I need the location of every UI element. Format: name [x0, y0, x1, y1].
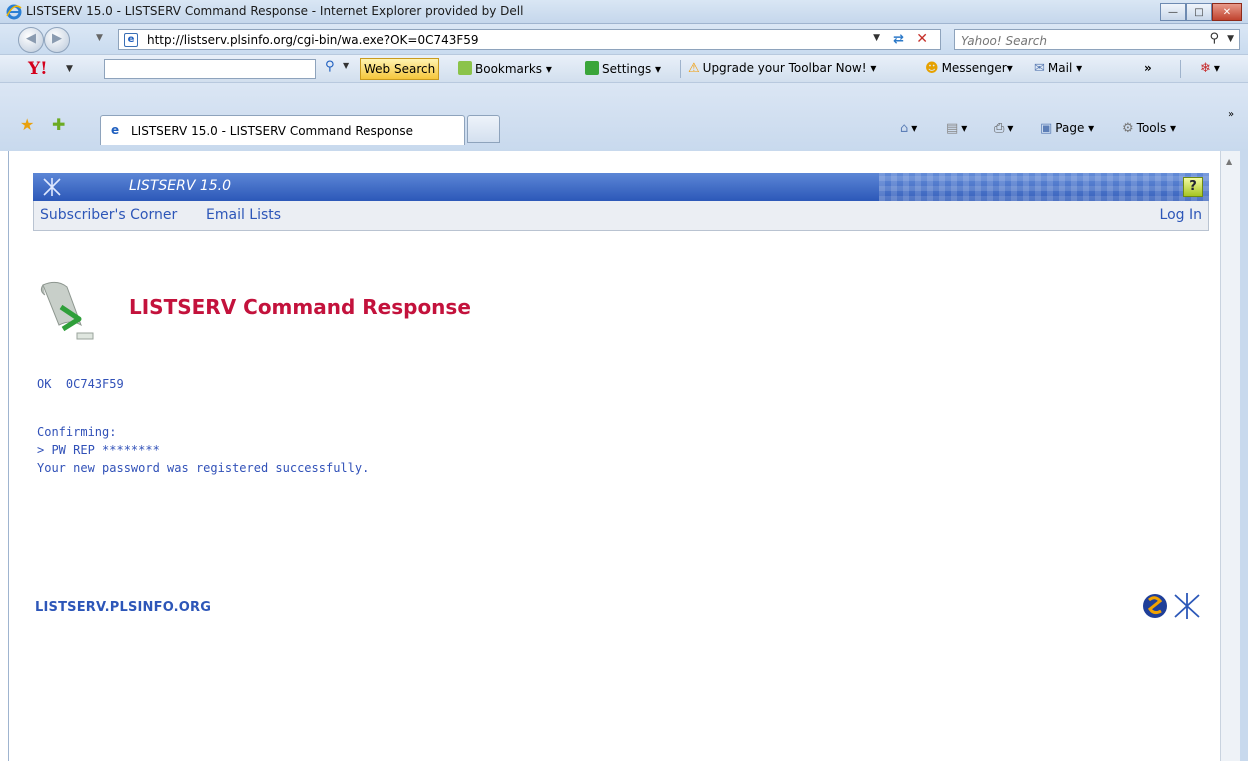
tools-menu-label: Tools: [1136, 121, 1167, 135]
listserv-banner: LISTSERV 15.0 ?: [33, 173, 1209, 201]
close-button[interactable]: ✕: [1212, 3, 1242, 21]
ie-logo-icon: [6, 4, 22, 20]
warning-icon: ⚠: [688, 61, 700, 76]
smiley-icon: ☻: [925, 61, 939, 76]
command-bar-chevron[interactable]: »: [1228, 109, 1234, 120]
bookmarks-button[interactable]: Bookmarks ▾: [458, 61, 552, 76]
yahoo-menu-dropdown-icon[interactable]: ▼: [66, 64, 73, 74]
subscribers-corner-link[interactable]: Subscriber's Corner: [40, 207, 177, 223]
page-menu-button[interactable]: ▣ Page ▾: [1040, 121, 1094, 136]
page-icon: e: [124, 33, 138, 47]
scroll-up-icon[interactable]: ▲: [1226, 157, 1232, 166]
command-line: > PW REP ********: [37, 443, 160, 457]
ie-tab-icon: e: [111, 123, 120, 137]
address-bar-row: ◀ ▶ ▼ e http://listserv.plsinfo.org/cgi-…: [0, 24, 1248, 54]
vertical-scrollbar[interactable]: ▲: [1220, 151, 1240, 761]
back-button[interactable]: ◀: [18, 27, 44, 53]
bookmarks-icon: [458, 61, 472, 75]
upgrade-label: Upgrade your Toolbar Now!: [702, 61, 867, 75]
search-input[interactable]: [961, 32, 1181, 50]
web-search-button[interactable]: Web Search: [360, 58, 440, 80]
home-icon: ⌂: [900, 121, 909, 136]
toolbar-options-icon: ❄: [1200, 61, 1211, 76]
tab-active[interactable]: e LISTSERV 15.0 - LISTSERV Command Respo…: [100, 115, 465, 145]
confirming-line: Confirming:: [37, 425, 117, 439]
more-chevron-button[interactable]: »: [1144, 61, 1152, 75]
printer-icon: ⎙: [994, 121, 1005, 136]
tab-bar: ★ ✚ e LISTSERV 15.0 - LISTSERV Command R…: [0, 83, 1248, 151]
url-dropdown-icon[interactable]: ▼: [873, 33, 880, 43]
settings-button[interactable]: Settings ▾: [585, 61, 661, 76]
add-favorite-icon[interactable]: ✚: [52, 115, 65, 134]
banner-pattern: [879, 173, 1209, 201]
minimize-button[interactable]: —: [1160, 3, 1186, 21]
tools-menu-button[interactable]: ⚙ Tools ▾: [1122, 121, 1176, 136]
command-prompt-icon: [40, 281, 94, 340]
page-menu-label: Page: [1055, 121, 1085, 135]
listserv-star-icon: [43, 178, 61, 196]
browser-window: LISTSERV 15.0 - LISTSERV Command Respons…: [0, 0, 1248, 761]
search-icon[interactable]: ⚲: [1209, 31, 1219, 46]
mail-button[interactable]: ✉ Mail ▾: [1034, 61, 1082, 76]
search-options-dropdown-icon[interactable]: ▼: [343, 61, 349, 70]
gear-icon: ⚙: [1122, 121, 1134, 136]
messenger-button[interactable]: ☻ Messenger▾: [925, 61, 1013, 76]
forward-button[interactable]: ▶: [44, 27, 70, 53]
search-field[interactable]: ⚲ ▼: [954, 29, 1240, 50]
magnifier-icon[interactable]: ⚲: [325, 59, 335, 74]
refresh-icon[interactable]: ⇄: [893, 32, 904, 47]
recent-pages-dropdown-icon[interactable]: ▼: [96, 33, 103, 43]
log-in-link[interactable]: Log In: [1160, 207, 1202, 223]
tab-label: LISTSERV 15.0 - LISTSERV Command Respons…: [131, 124, 413, 138]
mail-label: Mail: [1047, 61, 1073, 75]
address-field[interactable]: e http://listserv.plsinfo.org/cgi-bin/wa…: [118, 29, 941, 50]
email-lists-link[interactable]: Email Lists: [206, 207, 281, 223]
url-text[interactable]: http://listserv.plsinfo.org/cgi-bin/wa.e…: [147, 33, 479, 47]
stop-icon[interactable]: ✕: [916, 31, 928, 47]
help-button[interactable]: ?: [1183, 177, 1203, 197]
ok-line: OK 0C743F59: [37, 377, 124, 391]
search-dropdown-icon[interactable]: ▼: [1227, 34, 1234, 44]
home-button[interactable]: ⌂ ▾: [900, 121, 917, 136]
page-viewport: LISTSERV 15.0 ? Subscriber's Corner Emai…: [8, 151, 1220, 761]
upgrade-toolbar-button[interactable]: ⚠ Upgrade your Toolbar Now! ▾: [688, 61, 876, 76]
window-frame-right: [1240, 151, 1248, 761]
feeds-button[interactable]: ▤ ▾: [946, 121, 967, 136]
new-tab-button[interactable]: [467, 115, 500, 143]
listserv-host-link[interactable]: LISTSERV.PLSINFO.ORG: [35, 600, 211, 615]
yahoo-toolbar: Y! ▼ ⚲ ▼ Web Search Bookmarks ▾ Settings…: [0, 54, 1248, 83]
yahoo-search-input[interactable]: [104, 59, 316, 79]
listserv-star-icon: [1174, 593, 1200, 619]
footer-logos: [1143, 593, 1200, 619]
favorites-star-icon[interactable]: ★: [20, 115, 34, 134]
page-icon: ▣: [1040, 121, 1053, 136]
toolbar-options-button[interactable]: ❄ ▾: [1200, 61, 1220, 76]
settings-label: Settings: [602, 62, 652, 76]
bookmarks-label: Bookmarks: [475, 62, 543, 76]
mail-icon: ✉: [1034, 61, 1045, 76]
banner-title: LISTSERV 15.0: [129, 178, 232, 194]
settings-icon: [585, 61, 599, 75]
page-title: LISTSERV Command Response: [129, 295, 471, 319]
toolbar-separator: [680, 60, 681, 78]
window-title: LISTSERV 15.0 - LISTSERV Command Respons…: [26, 4, 524, 18]
messenger-label: Messenger: [941, 61, 1007, 75]
maximize-button[interactable]: □: [1186, 3, 1212, 21]
print-button[interactable]: ⎙ ▾: [994, 121, 1013, 136]
lsoft-logo-icon: [1143, 594, 1167, 618]
yahoo-logo-icon[interactable]: Y!: [28, 59, 48, 79]
forward-arrow-icon: ▶: [52, 31, 62, 46]
title-bar: LISTSERV 15.0 - LISTSERV Command Respons…: [0, 0, 1248, 24]
back-arrow-icon: ◀: [26, 31, 36, 46]
window-controls: — □ ✕: [1160, 3, 1242, 21]
listserv-menu: Subscriber's Corner Email Lists Log In: [33, 201, 1209, 231]
result-line: Your new password was registered success…: [37, 461, 370, 475]
feeds-icon: ▤: [946, 121, 959, 136]
toolbar-separator: [1180, 60, 1181, 78]
